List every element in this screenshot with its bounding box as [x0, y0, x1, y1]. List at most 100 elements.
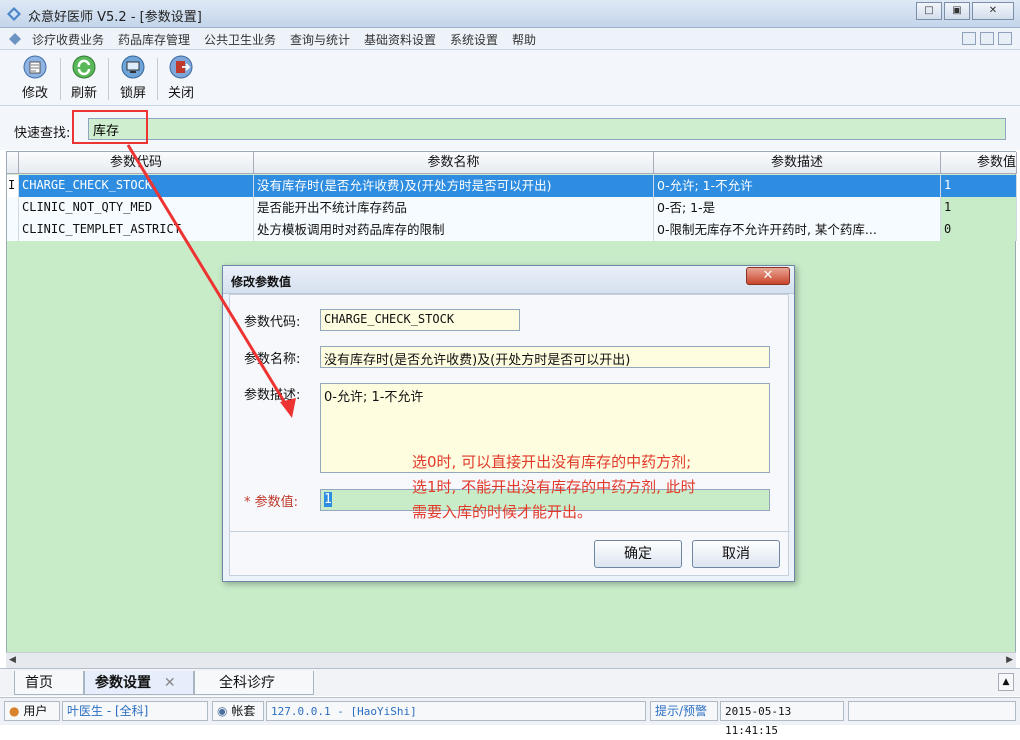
lock-screen-icon: [121, 55, 145, 79]
status-account: ◉ 帐套: [212, 701, 264, 721]
tab-home[interactable]: 首页: [14, 671, 84, 695]
column-header-desc[interactable]: 参数描述: [654, 152, 941, 174]
dialog-close-button[interactable]: ✕: [746, 267, 790, 285]
param-value-text: 1: [324, 492, 332, 507]
window-title: 众意好医师 V5.2 - [参数设置]: [28, 10, 202, 25]
title-bar: 众意好医师 V5.2 - [参数设置] □ ▣ ✕: [0, 0, 1020, 28]
tab-scroll-up-icon[interactable]: ▲: [998, 673, 1014, 691]
tab-clinic[interactable]: 全科诊疗: [194, 671, 314, 695]
search-row: 快速查找:: [0, 106, 1020, 150]
close-window-button[interactable]: ✕: [972, 2, 1014, 20]
edit-button[interactable]: 修改: [12, 54, 58, 104]
menu-item-system[interactable]: 系统设置: [450, 31, 498, 48]
close-button[interactable]: 关闭: [158, 54, 204, 104]
user-icon: ●: [9, 704, 20, 718]
status-account-label: 帐套: [231, 704, 256, 718]
param-code-field[interactable]: CHARGE_CHECK_STOCK: [320, 309, 520, 331]
refresh-button[interactable]: 刷新: [61, 54, 107, 104]
menu-item-query-stats[interactable]: 查询与统计: [290, 31, 350, 48]
cell-value[interactable]: 0: [941, 219, 1017, 241]
param-code-label: 参数代码:: [244, 315, 301, 330]
app-logo-icon: [7, 7, 21, 21]
edit-param-dialog: 修改参数值 ✕ 参数代码: CHARGE_CHECK_STOCK 参数名称: 没…: [222, 265, 795, 582]
cell-value[interactable]: 1: [941, 175, 1017, 197]
row-indicator: [7, 197, 19, 219]
menu-item-pharmacy[interactable]: 药品库存管理: [118, 31, 190, 48]
toolbar: 修改 刷新 锁屏 关闭: [0, 50, 1020, 106]
search-input[interactable]: [88, 118, 1006, 140]
mdi-close-button[interactable]: [998, 32, 1012, 45]
edit-icon: [23, 55, 47, 79]
menu-item-clinic-fee[interactable]: 诊疗收费业务: [32, 31, 104, 48]
cell-desc[interactable]: 0-否; 1-是: [654, 197, 941, 219]
cell-code[interactable]: CLINIC_TEMPLET_ASTRICT: [19, 219, 254, 241]
dialog-title-bar: 修改参数值 ✕: [223, 266, 794, 294]
status-datetime: 2015-05-13 11:41:15: [720, 701, 844, 737]
status-user-label: 用户: [23, 704, 48, 718]
tab-params[interactable]: 参数设置 ✕: [84, 671, 194, 695]
account-icon: ◉: [217, 704, 228, 718]
status-bar: ● 用户 叶医生 - [全科] ◉ 帐套 127.0.0.1 - [HaoYiS…: [0, 697, 1020, 737]
cell-desc[interactable]: 0-限制无库存不允许开药时, 某个药库...: [654, 219, 941, 241]
maximize-button[interactable]: ▣: [944, 2, 970, 20]
search-label: 快速查找:: [14, 126, 71, 141]
annotation-line-2: 选1时, 不能开出没有库存的中药方剂, 此时: [412, 478, 696, 496]
scroll-right-icon[interactable]: ▶: [1006, 655, 1013, 665]
status-extra: [848, 701, 1016, 721]
param-name-label: 参数名称:: [244, 352, 301, 367]
row-indicator: I: [7, 175, 19, 197]
cell-code[interactable]: CHARGE_CHECK_STOCK: [19, 175, 254, 197]
ok-button[interactable]: 确定: [594, 540, 682, 568]
mdi-restore-button[interactable]: [980, 32, 994, 45]
annotation-note: 选0时, 可以直接开出没有库存的中药方剂; 选1时, 不能开出没有库存的中药方剂…: [412, 450, 782, 525]
alert-button[interactable]: 提示/预警: [650, 701, 718, 721]
cell-code[interactable]: CLINIC_NOT_QTY_MED: [19, 197, 254, 219]
annotation-line-3: 需要入库的时候才能开出。: [412, 503, 593, 521]
cell-name[interactable]: 是否能开出不统计库存药品: [254, 197, 654, 219]
lock-screen-button[interactable]: 锁屏: [110, 54, 156, 104]
row-indicator-header: [7, 152, 19, 174]
cell-desc[interactable]: 0-允许; 1-不允许: [654, 175, 941, 197]
refresh-icon: [72, 55, 96, 79]
param-value-label: * 参数值:: [244, 495, 299, 510]
toolbar-divider: [108, 58, 109, 100]
table-row[interactable]: I CHARGE_CHECK_STOCK 没有库存时(是否允许收费)及(开处方时…: [7, 175, 1017, 197]
column-header-name[interactable]: 参数名称: [254, 152, 654, 174]
status-user: ● 用户: [4, 701, 60, 721]
param-desc-label: 参数描述:: [244, 388, 301, 403]
horizontal-scrollbar[interactable]: ◀ ▶: [6, 652, 1016, 668]
cancel-button[interactable]: 取消: [692, 540, 780, 568]
table-row[interactable]: CLINIC_TEMPLET_ASTRICT 处方模板调用时对药品库存的限制 0…: [7, 219, 1017, 241]
lock-screen-label: 锁屏: [119, 86, 146, 101]
param-name-field[interactable]: 没有库存时(是否允许收费)及(开处方时是否可以开出): [320, 346, 770, 368]
status-account-value: 127.0.0.1 - [HaoYiShi]: [266, 701, 646, 721]
scroll-left-icon[interactable]: ◀: [9, 655, 16, 665]
dialog-separator: [230, 531, 790, 532]
refresh-label: 刷新: [70, 86, 97, 101]
menu-app-icon: [9, 33, 21, 45]
mdi-minimize-button[interactable]: [962, 32, 976, 45]
menu-item-base-data[interactable]: 基础资料设置: [364, 31, 436, 48]
tab-params-label: 参数设置: [95, 675, 151, 691]
table-row[interactable]: CLINIC_NOT_QTY_MED 是否能开出不统计库存药品 0-否; 1-是…: [7, 197, 1017, 219]
document-tab-bar: 首页 参数设置 ✕ 全科诊疗 ▲: [0, 668, 1020, 696]
annotation-line-1: 选0时, 可以直接开出没有库存的中药方剂;: [412, 453, 692, 471]
exit-icon: [169, 55, 193, 79]
menu-item-help[interactable]: 帮助: [512, 31, 536, 48]
menu-item-public-health[interactable]: 公共卫生业务: [204, 31, 276, 48]
close-icon: ✕: [762, 268, 774, 283]
column-header-code[interactable]: 参数代码: [19, 152, 254, 174]
dialog-body: 参数代码: CHARGE_CHECK_STOCK 参数名称: 没有库存时(是否允…: [229, 294, 790, 576]
cell-name[interactable]: 处方模板调用时对药品库存的限制: [254, 219, 654, 241]
tab-close-icon[interactable]: ✕: [164, 675, 176, 691]
column-header-value[interactable]: 参数值: [941, 152, 1017, 174]
dialog-title: 修改参数值: [231, 275, 292, 289]
close-label: 关闭: [167, 86, 194, 101]
cell-value[interactable]: 1: [941, 197, 1017, 219]
cell-name[interactable]: 没有库存时(是否允许收费)及(开处方时是否可以开出): [254, 175, 654, 197]
minimize-button[interactable]: □: [916, 2, 942, 20]
status-user-value: 叶医生 - [全科]: [62, 701, 208, 721]
menu-bar: 诊疗收费业务 药品库存管理 公共卫生业务 查询与统计 基础资料设置 系统设置 帮…: [0, 28, 1020, 50]
row-indicator: [7, 219, 19, 241]
edit-label: 修改: [21, 86, 48, 101]
